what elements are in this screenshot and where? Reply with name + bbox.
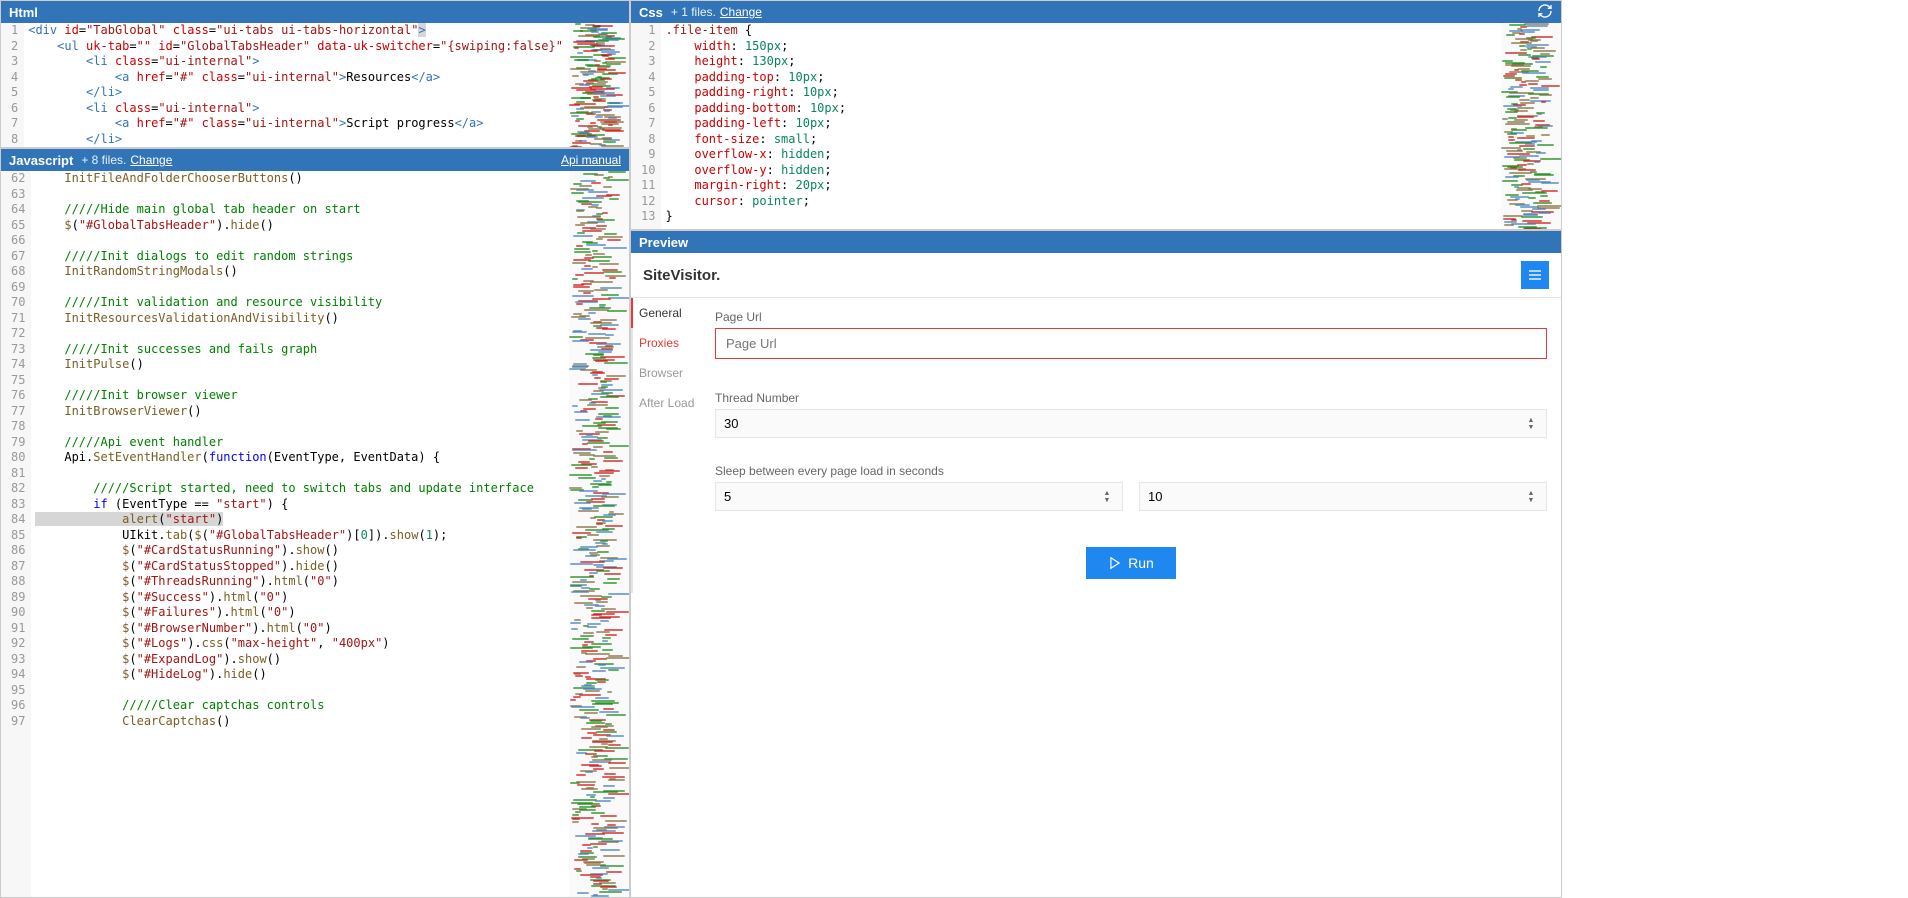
preview-panel-title: Preview <box>639 235 688 250</box>
css-minimap[interactable] <box>1501 23 1561 229</box>
html-panel: Html 12345678 <div id="TabGlobal" class=… <box>0 0 630 148</box>
css-gutter: 12345678910111213 <box>631 23 661 229</box>
css-panel-header: Css + 1 files. Change <box>631 1 1561 23</box>
tab-proxies[interactable]: Proxies <box>633 328 701 358</box>
site-title: SiteVisitor. <box>643 267 720 284</box>
thread-number-field: ▲▼ <box>715 409 1547 438</box>
thread-number-label: Thread Number <box>715 391 1547 405</box>
js-change-link[interactable]: Change <box>130 153 172 167</box>
tab-after-load[interactable]: After Load <box>633 388 701 418</box>
tab-general[interactable]: General <box>633 298 701 328</box>
js-files-count: + 8 files. <box>81 153 126 167</box>
css-editor[interactable]: 12345678910111213 .file-item { width: 15… <box>631 23 1561 229</box>
sleep-min-spinner[interactable]: ▲▼ <box>1100 490 1114 504</box>
html-code[interactable]: <div id="TabGlobal" class="ui-tabs ui-ta… <box>24 23 569 147</box>
preview-body: SiteVisitor. General Proxies Browser Aft… <box>631 253 1561 897</box>
js-editor[interactable]: 6263646566676869707172737475767778798081… <box>1 171 629 897</box>
js-minimap[interactable] <box>569 171 629 897</box>
run-button[interactable]: Run <box>1086 547 1176 579</box>
html-panel-title: Html <box>9 5 38 20</box>
preview-tabs: General Proxies Browser After Load <box>631 298 701 593</box>
thread-number-input[interactable] <box>724 416 1524 431</box>
css-files-count: + 1 files. <box>671 5 716 19</box>
js-panel: Javascript + 8 files. Change Api manual … <box>0 148 630 898</box>
thread-spinner[interactable]: ▲▼ <box>1524 417 1538 431</box>
sleep-label: Sleep between every page load in seconds <box>715 464 1547 478</box>
css-change-link[interactable]: Change <box>720 5 762 19</box>
preview-panel-header: Preview <box>631 231 1561 253</box>
sleep-max-spinner[interactable]: ▲▼ <box>1524 490 1538 504</box>
preview-content: Page Url Thread Number ▲▼ Sleep between … <box>701 298 1561 593</box>
sleep-min-input[interactable] <box>724 489 1100 504</box>
preview-panel: Preview SiteVisitor. General Proxies Bro… <box>630 230 1562 898</box>
sleep-min-field: ▲▼ <box>715 482 1123 511</box>
html-panel-header: Html <box>1 1 629 23</box>
css-panel-title: Css <box>639 5 663 20</box>
play-icon <box>1108 556 1122 570</box>
js-panel-header: Javascript + 8 files. Change Api manual <box>1 149 629 171</box>
html-minimap[interactable] <box>569 23 629 147</box>
js-code[interactable]: InitFileAndFolderChooserButtons() /////H… <box>31 171 569 897</box>
api-manual-link[interactable]: Api manual <box>561 153 621 167</box>
html-editor[interactable]: 12345678 <div id="TabGlobal" class="ui-t… <box>1 23 629 147</box>
refresh-icon[interactable] <box>1537 3 1553 22</box>
menu-icon[interactable] <box>1521 261 1549 289</box>
html-gutter: 12345678 <box>1 23 24 147</box>
run-button-label: Run <box>1128 555 1154 571</box>
page-url-input[interactable] <box>715 328 1547 359</box>
css-code[interactable]: .file-item { width: 150px; height: 130px… <box>661 23 1501 229</box>
sleep-max-field: ▲▼ <box>1139 482 1547 511</box>
page-url-label: Page Url <box>715 310 1547 324</box>
sleep-max-input[interactable] <box>1148 489 1524 504</box>
js-gutter: 6263646566676869707172737475767778798081… <box>1 171 31 897</box>
tab-browser[interactable]: Browser <box>633 358 701 388</box>
js-panel-title: Javascript <box>9 153 73 168</box>
css-panel: Css + 1 files. Change 12345678910111213 … <box>630 0 1562 230</box>
